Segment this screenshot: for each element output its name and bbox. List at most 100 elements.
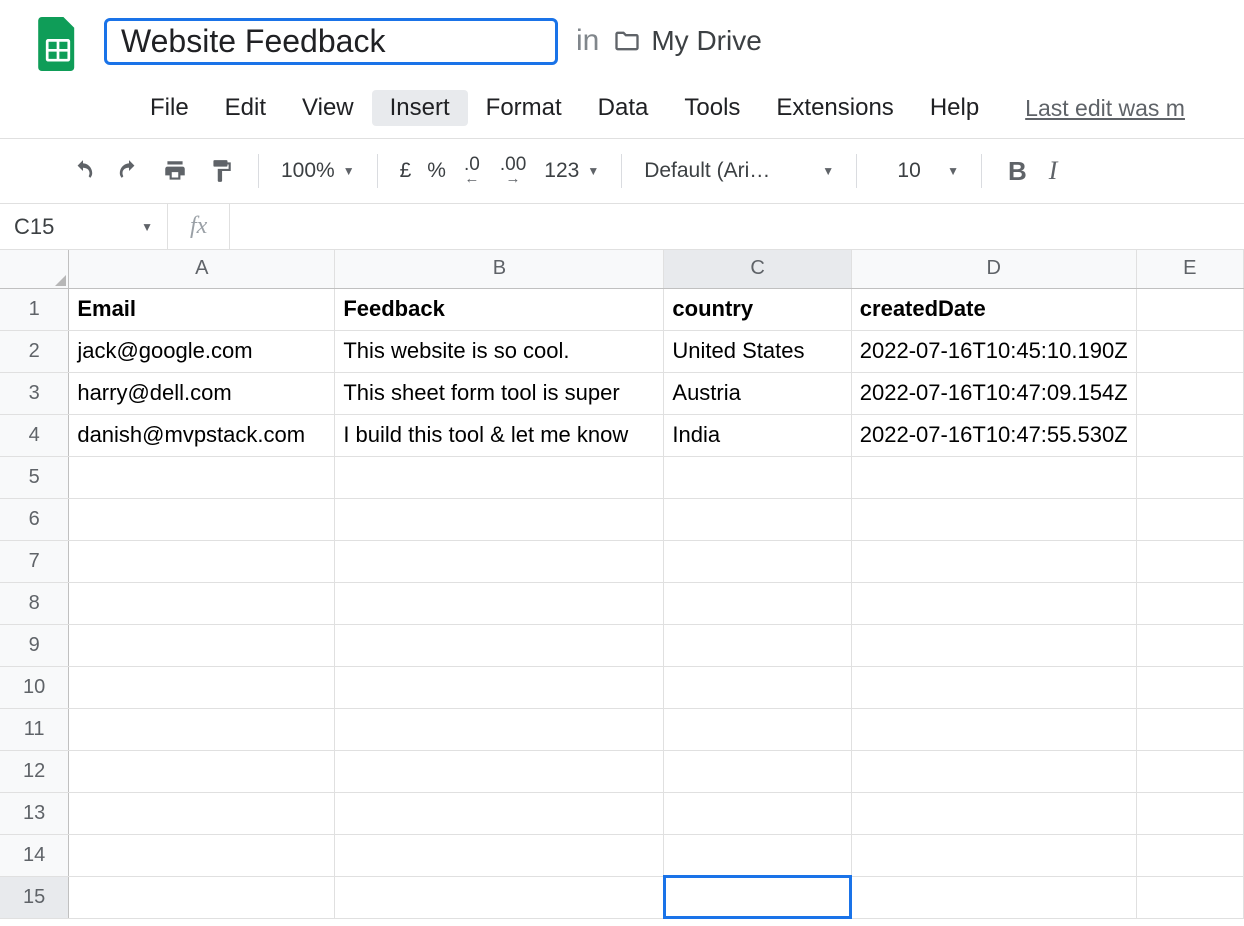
redo-button[interactable]	[106, 152, 152, 190]
font-family-dropdown[interactable]: Default (Ari…▼	[636, 155, 842, 187]
more-formats-dropdown[interactable]: 123▼	[536, 155, 607, 187]
cell-B11[interactable]	[335, 708, 664, 750]
menu-edit[interactable]: Edit	[207, 90, 284, 126]
cell-B3[interactable]: This sheet form tool is super	[335, 372, 664, 414]
undo-button[interactable]	[60, 152, 106, 190]
cell-A7[interactable]	[69, 540, 335, 582]
cell-B2[interactable]: This website is so cool.	[335, 330, 664, 372]
print-button[interactable]	[152, 152, 198, 190]
italic-button[interactable]: I	[1039, 152, 1068, 190]
row-header-8[interactable]: 8	[0, 582, 69, 624]
cell-D9[interactable]	[851, 624, 1136, 666]
row-header-12[interactable]: 12	[0, 750, 69, 792]
cell-D13[interactable]	[851, 792, 1136, 834]
menu-extensions[interactable]: Extensions	[758, 90, 911, 126]
cell-B6[interactable]	[335, 498, 664, 540]
paint-format-button[interactable]	[198, 152, 244, 190]
cell-E6[interactable]	[1136, 498, 1243, 540]
row-header-6[interactable]: 6	[0, 498, 69, 540]
cell-C2[interactable]: United States	[664, 330, 851, 372]
folder-icon[interactable]	[613, 27, 641, 55]
cell-C4[interactable]: India	[664, 414, 851, 456]
row-header-14[interactable]: 14	[0, 834, 69, 876]
decrease-decimal-button[interactable]: .0←	[454, 151, 490, 190]
cell-C9[interactable]	[664, 624, 851, 666]
cell-E2[interactable]	[1136, 330, 1243, 372]
row-header-11[interactable]: 11	[0, 708, 69, 750]
cell-A15[interactable]	[69, 876, 335, 918]
currency-button[interactable]: £	[392, 155, 420, 187]
column-header-E[interactable]: E	[1136, 250, 1243, 288]
cell-A10[interactable]	[69, 666, 335, 708]
row-header-3[interactable]: 3	[0, 372, 69, 414]
cell-C15[interactable]	[664, 876, 851, 918]
cell-C7[interactable]	[664, 540, 851, 582]
menu-tools[interactable]: Tools	[666, 90, 758, 126]
percent-button[interactable]: %	[419, 155, 454, 187]
cell-A9[interactable]	[69, 624, 335, 666]
sheets-logo[interactable]	[28, 14, 88, 74]
cell-C11[interactable]	[664, 708, 851, 750]
cell-D12[interactable]	[851, 750, 1136, 792]
last-edit-link[interactable]: Last edit was m	[1025, 95, 1185, 122]
cell-A3[interactable]: harry@dell.com	[69, 372, 335, 414]
cell-D8[interactable]	[851, 582, 1136, 624]
cell-D2[interactable]: 2022-07-16T10:45:10.190Z	[851, 330, 1136, 372]
cell-B7[interactable]	[335, 540, 664, 582]
cell-D4[interactable]: 2022-07-16T10:47:55.530Z	[851, 414, 1136, 456]
cell-D11[interactable]	[851, 708, 1136, 750]
menu-help[interactable]: Help	[912, 90, 997, 126]
cell-E10[interactable]	[1136, 666, 1243, 708]
cell-E12[interactable]	[1136, 750, 1243, 792]
cell-E13[interactable]	[1136, 792, 1243, 834]
cell-C6[interactable]	[664, 498, 851, 540]
cell-D7[interactable]	[851, 540, 1136, 582]
row-header-10[interactable]: 10	[0, 666, 69, 708]
row-header-15[interactable]: 15	[0, 876, 69, 918]
column-header-A[interactable]: A	[69, 250, 335, 288]
cell-D3[interactable]: 2022-07-16T10:47:09.154Z	[851, 372, 1136, 414]
row-header-5[interactable]: 5	[0, 456, 69, 498]
cell-C10[interactable]	[664, 666, 851, 708]
column-header-B[interactable]: B	[335, 250, 664, 288]
cell-D10[interactable]	[851, 666, 1136, 708]
cell-B13[interactable]	[335, 792, 664, 834]
cell-E9[interactable]	[1136, 624, 1243, 666]
cell-B10[interactable]	[335, 666, 664, 708]
cell-A13[interactable]	[69, 792, 335, 834]
cell-B4[interactable]: I build this tool & let me know	[335, 414, 664, 456]
cell-A12[interactable]	[69, 750, 335, 792]
cell-B12[interactable]	[335, 750, 664, 792]
cell-B1[interactable]: Feedback	[335, 288, 664, 330]
cell-D14[interactable]	[851, 834, 1136, 876]
cell-E5[interactable]	[1136, 456, 1243, 498]
cell-D5[interactable]	[851, 456, 1136, 498]
cell-B15[interactable]	[335, 876, 664, 918]
row-header-4[interactable]: 4	[0, 414, 69, 456]
document-title-input[interactable]	[104, 18, 558, 65]
menu-insert[interactable]: Insert	[372, 90, 468, 126]
cell-B14[interactable]	[335, 834, 664, 876]
cell-E14[interactable]	[1136, 834, 1243, 876]
cell-C12[interactable]	[664, 750, 851, 792]
cell-A6[interactable]	[69, 498, 335, 540]
cell-E15[interactable]	[1136, 876, 1243, 918]
cell-C3[interactable]: Austria	[664, 372, 851, 414]
zoom-dropdown[interactable]: 100%▼	[273, 155, 363, 187]
menu-format[interactable]: Format	[468, 90, 580, 126]
cell-A1[interactable]: Email	[69, 288, 335, 330]
cell-C8[interactable]	[664, 582, 851, 624]
cell-E1[interactable]	[1136, 288, 1243, 330]
cell-E8[interactable]	[1136, 582, 1243, 624]
cell-D15[interactable]	[851, 876, 1136, 918]
row-header-9[interactable]: 9	[0, 624, 69, 666]
cell-A8[interactable]	[69, 582, 335, 624]
cell-B9[interactable]	[335, 624, 664, 666]
column-header-C[interactable]: C	[664, 250, 851, 288]
cell-C5[interactable]	[664, 456, 851, 498]
cell-A11[interactable]	[69, 708, 335, 750]
cell-E4[interactable]	[1136, 414, 1243, 456]
cell-C1[interactable]: country	[664, 288, 851, 330]
menu-data[interactable]: Data	[580, 90, 667, 126]
menu-view[interactable]: View	[284, 90, 372, 126]
